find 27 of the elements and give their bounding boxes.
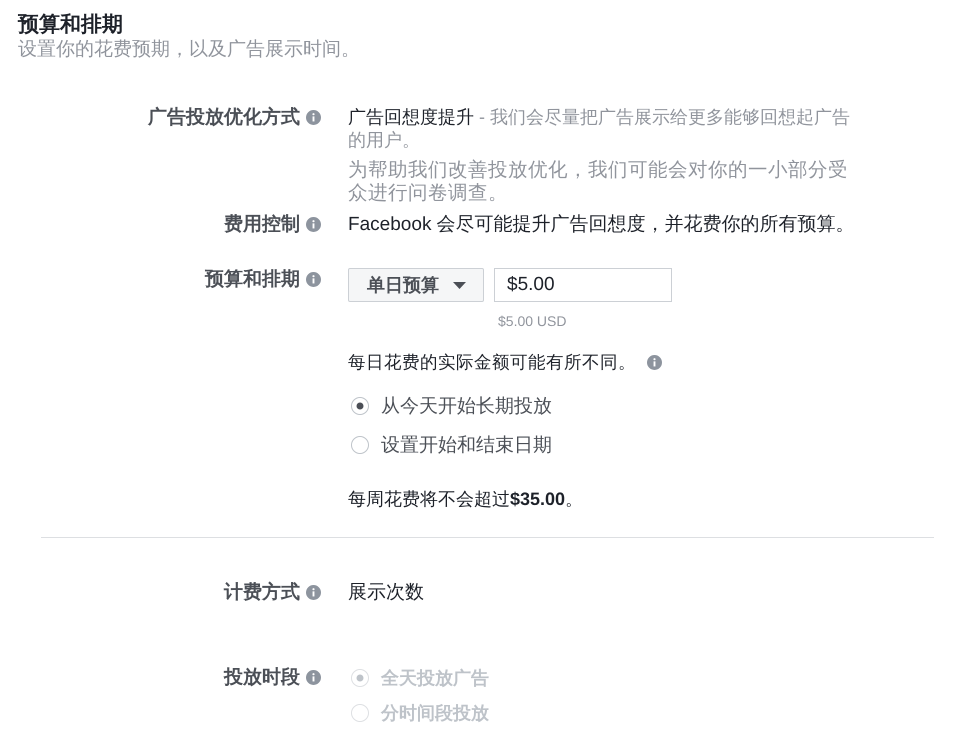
budget-amount-field[interactable]: $5.00 xyxy=(494,268,672,302)
info-icon[interactable] xyxy=(306,110,321,125)
info-icon[interactable] xyxy=(647,355,662,370)
survey-note: 为帮助我们改善投放优化，我们可能会对你的一小部分受众进行问卷调查。 xyxy=(348,159,848,205)
field-label: 广告投放优化方式 xyxy=(148,106,300,129)
optimization-description: 广告回想度提升 - 我们会尽量把广告展示给更多能够回想起广告的用户。 xyxy=(348,106,851,152)
radio-button[interactable] xyxy=(351,436,369,454)
radio-option[interactable]: 从今天开始长期投放 xyxy=(348,394,552,417)
budget-type-dropdown[interactable]: 单日预算 xyxy=(348,268,484,302)
radio-option[interactable]: 设置开始和结束日期 xyxy=(348,433,552,456)
field-label: 计费方式 xyxy=(224,581,300,604)
amount-hint: $5.00 USD xyxy=(498,313,566,329)
field-value: 展示次数 xyxy=(348,581,424,604)
info-icon[interactable] xyxy=(306,585,321,600)
field-label: 预算和排期 xyxy=(205,268,300,291)
caret-icon xyxy=(453,282,466,288)
section-title: 预算和排期 xyxy=(18,12,123,38)
radio-button[interactable] xyxy=(351,396,369,414)
info-icon[interactable] xyxy=(306,670,321,685)
field-label: 投放时段 xyxy=(224,666,300,689)
spend-note: 每日花费的实际金额可能有所不同。 xyxy=(348,351,636,374)
field-value: Facebook 会尽可能提升广告回想度，并花费你的所有预算。 xyxy=(348,213,855,236)
field-label: 费用控制 xyxy=(224,213,300,236)
info-icon[interactable] xyxy=(306,272,321,287)
weekly-cap-note: 每周花费将不会超过$35.00。 xyxy=(348,488,584,511)
section-subtitle: 设置你的花费预期，以及广告展示时间。 xyxy=(18,38,360,62)
info-icon[interactable] xyxy=(306,217,321,232)
